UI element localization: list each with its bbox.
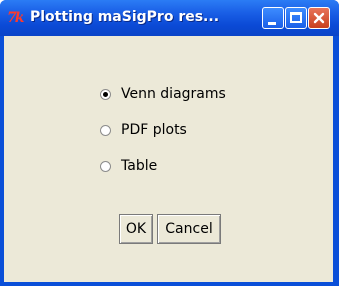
tk-icon: 7k: [7, 10, 25, 26]
option-venn-diagrams[interactable]: Venn diagrams: [100, 85, 226, 103]
option-label: PDF plots: [121, 122, 187, 138]
option-table[interactable]: Table: [100, 157, 157, 175]
dialog-body: Venn diagrams PDF plots Table OK Cancel: [4, 36, 333, 282]
option-pdf-plots[interactable]: PDF plots: [100, 121, 187, 139]
close-icon: [313, 12, 325, 24]
radio-table[interactable]: [100, 160, 111, 172]
cancel-button[interactable]: Cancel: [157, 214, 221, 244]
radio-pdf-plots[interactable]: [100, 124, 111, 136]
ok-button[interactable]: OK: [119, 214, 153, 244]
minimize-icon: [268, 22, 276, 25]
maximize-icon: [290, 12, 302, 23]
close-button[interactable]: [308, 7, 330, 29]
window-title: Plotting maSigPro res...: [30, 9, 220, 25]
maximize-button[interactable]: [285, 7, 307, 29]
minimize-button[interactable]: [262, 7, 284, 29]
option-label: Table: [121, 158, 158, 174]
radio-venn-diagrams[interactable]: [100, 88, 111, 100]
title-bar[interactable]: 7k Plotting maSigPro res...: [0, 0, 339, 36]
dialog-window: 7k Plotting maSigPro res... Venn diagram…: [0, 0, 339, 286]
option-label: Venn diagrams: [121, 86, 226, 102]
